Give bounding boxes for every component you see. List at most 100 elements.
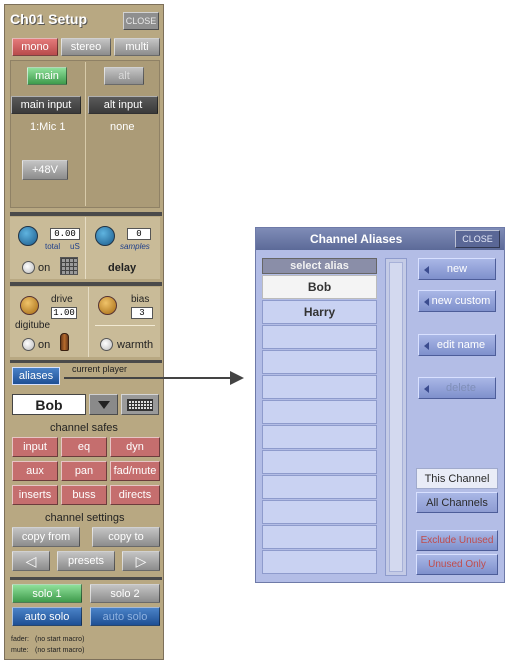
alias-list-row[interactable] [262, 525, 377, 549]
delay-samples-field[interactable]: 0 [127, 228, 151, 240]
new-custom-label: new custom [431, 295, 491, 307]
warmth-label: warmth [117, 339, 154, 351]
multi-button[interactable]: multi [114, 38, 160, 56]
delay-samples-label: samples [120, 242, 150, 251]
edit-alias-name-button[interactable]: edit name [418, 334, 496, 356]
copy-from-button[interactable]: copy from [12, 527, 80, 547]
drive-knob-icon[interactable] [20, 296, 39, 315]
new-custom-alias-button[interactable]: new custom [418, 290, 496, 312]
delay-divider [85, 217, 86, 279]
main-button[interactable]: main [27, 67, 67, 85]
warmth-radio[interactable] [100, 338, 113, 351]
current-player-label: current player [72, 364, 128, 374]
stereo-button[interactable]: stereo [61, 38, 111, 56]
delay-grid-icon[interactable] [60, 257, 78, 275]
alias-list-row[interactable] [262, 425, 377, 449]
drive-field[interactable]: 1.00 [51, 307, 77, 319]
delay-total-knob-icon[interactable] [18, 226, 38, 246]
safe-inserts-button[interactable]: inserts [12, 485, 58, 505]
digitube-label: digitube [15, 320, 51, 331]
digitube-separator [10, 282, 162, 286]
aliases-button[interactable]: aliases [12, 367, 60, 385]
solo-separator [10, 577, 162, 580]
alias-list-row[interactable] [262, 350, 377, 374]
safe-input-button[interactable]: input [12, 437, 58, 457]
arrow-left-icon: ◁ [25, 552, 37, 569]
delete-label: delete [446, 382, 476, 394]
keyboard-icon [127, 398, 153, 411]
alt-input-value: none [110, 121, 135, 133]
setup-close-button[interactable]: CLOSE [123, 12, 159, 30]
new-alias-label: new [446, 263, 468, 275]
safe-dyn-button[interactable]: dyn [110, 437, 160, 457]
delete-alias-button[interactable]: delete [418, 377, 496, 399]
alias-list-header: select alias [262, 258, 377, 274]
chevron-left-icon [424, 298, 429, 306]
aliases-title: Channel Aliases [310, 232, 403, 246]
preset-next-button[interactable]: ▷ [122, 551, 160, 571]
fader-macro-label: fader: [11, 636, 29, 643]
presets-button[interactable]: presets [57, 551, 115, 571]
alias-name-box[interactable]: Bob [12, 394, 86, 415]
delay-samples-knob-icon[interactable] [95, 226, 115, 246]
safe-directs-button[interactable]: directs [110, 485, 160, 505]
alt-button[interactable]: alt [104, 67, 144, 85]
safe-aux-button[interactable]: aux [12, 461, 58, 481]
alias-list-row[interactable] [262, 325, 377, 349]
bias-field[interactable]: 3 [131, 307, 153, 319]
safe-eq-button[interactable]: eq [61, 437, 107, 457]
alias-list-row[interactable] [262, 475, 377, 499]
arrow-right-icon: ▷ [135, 552, 147, 569]
alias-list-row[interactable] [262, 450, 377, 474]
safe-fad-mute-button[interactable]: fad/mute [110, 461, 160, 481]
exclude-unused-button[interactable]: Exclude Unused [416, 530, 498, 551]
delay-title: delay [108, 262, 137, 274]
preset-prev-button[interactable]: ◁ [12, 551, 50, 571]
solo-1-button[interactable]: solo 1 [12, 584, 82, 603]
alias-list-row[interactable] [262, 375, 377, 399]
setup-title: Ch01 Setup [10, 11, 88, 27]
mute-macro-label: mute: [11, 647, 29, 654]
new-alias-button[interactable]: new [418, 258, 496, 280]
unused-only-button[interactable]: Unused Only [416, 554, 498, 575]
alias-list-row[interactable] [262, 500, 377, 524]
copy-to-button[interactable]: copy to [92, 527, 160, 547]
delay-total-field[interactable]: 0.00 [50, 228, 80, 240]
channel-settings-title: channel settings [45, 512, 125, 524]
auto-solo-2-button[interactable]: auto solo [90, 607, 160, 626]
phantom-power-button[interactable]: +48V [22, 160, 68, 180]
mono-button[interactable]: mono [12, 38, 58, 56]
bias-knob-icon[interactable] [98, 296, 117, 315]
alias-list-scrollbar-thumb[interactable] [389, 262, 403, 572]
delay-on-radio[interactable] [22, 261, 35, 274]
delay-total-label: total [45, 242, 61, 251]
safe-buss-button[interactable]: buss [61, 485, 107, 505]
keyboard-button[interactable] [121, 394, 159, 415]
this-channel-button[interactable]: This Channel [416, 468, 498, 489]
main-input-button[interactable]: main input [11, 96, 81, 114]
delay-on-label: on [38, 262, 51, 274]
alt-input-button[interactable]: alt input [88, 96, 158, 114]
bias-label: bias [131, 294, 150, 305]
delay-separator [10, 212, 162, 216]
bias-underline [95, 325, 155, 326]
safe-pan-button[interactable]: pan [61, 461, 107, 481]
digitube-on-label: on [38, 339, 51, 351]
alias-list-item-bob[interactable]: Bob [262, 275, 377, 299]
alias-dropdown-button[interactable] [89, 394, 118, 415]
digitube-divider [88, 287, 89, 357]
aliases-separator [10, 360, 162, 363]
aliases-close-button[interactable]: CLOSE [455, 230, 500, 248]
alias-list-row[interactable] [262, 550, 377, 574]
channel-safes-title: channel safes [50, 422, 118, 434]
all-channels-button[interactable]: All Channels [416, 492, 498, 513]
auto-solo-1-button[interactable]: auto solo [12, 607, 82, 626]
tube-icon [60, 333, 69, 351]
alias-list-row[interactable] [262, 400, 377, 424]
fader-macro-value: (no start macro) [35, 636, 85, 643]
chevron-left-icon [424, 385, 429, 393]
solo-2-button[interactable]: solo 2 [90, 584, 160, 603]
alias-list-item-harry[interactable]: Harry [262, 300, 377, 324]
digitube-on-radio[interactable] [22, 338, 35, 351]
edit-name-label: edit name [436, 339, 486, 351]
